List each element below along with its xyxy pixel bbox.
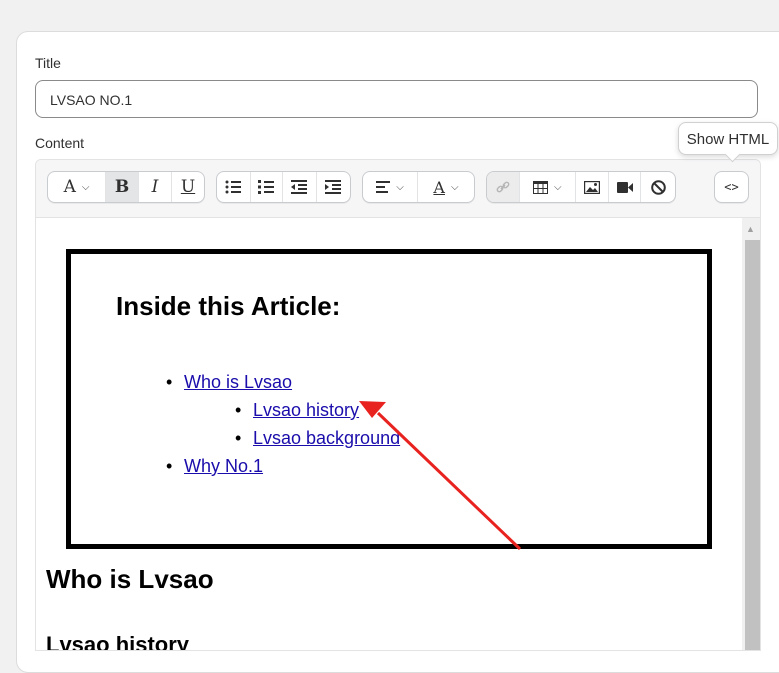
html-toggle-group: <> (714, 171, 749, 203)
toc-heading: Inside this Article: (116, 291, 341, 321)
underline-icon: U (180, 177, 196, 197)
text-color-dropdown[interactable]: A ⌵ (418, 172, 474, 202)
scrollbar-thumb[interactable] (745, 240, 760, 650)
outdent-icon (291, 180, 308, 194)
section-heading: Who is Lvsao (46, 564, 214, 594)
editor-toolbar: A ⌵ B I U ⌵ A ⌵ ⌵ <> (36, 160, 760, 218)
toc-link-why-no1[interactable]: Why No.1 (184, 456, 263, 476)
show-html-button[interactable]: <> (715, 172, 748, 202)
toc-sublist: Lvsao history Lvsao background (235, 396, 400, 452)
toc-list: Why No.1 (166, 452, 263, 480)
chevron-down-icon: ⌵ (396, 181, 404, 193)
numbered-list-button[interactable] (251, 172, 284, 202)
indent-icon (325, 180, 342, 194)
subsection-heading: Lvsao history (46, 632, 190, 651)
underline-button[interactable]: U (172, 172, 204, 202)
title-label: Title (35, 55, 61, 71)
editor-content[interactable]: Inside this Article: Who is Lvsao Lvsao … (36, 218, 742, 650)
align-left-icon (376, 181, 391, 193)
toc-list: Who is Lvsao (166, 368, 292, 396)
text-color-icon: A (433, 177, 445, 197)
image-icon (583, 180, 600, 194)
toc-link-who-is-lvsao[interactable]: Who is Lvsao (184, 372, 292, 392)
clear-formatting-button[interactable] (641, 172, 675, 202)
content-label: Content (35, 135, 85, 151)
chevron-down-icon: ⌵ (554, 181, 562, 193)
table-dropdown[interactable]: ⌵ (520, 172, 577, 202)
bold-button[interactable]: B (106, 172, 139, 202)
chevron-down-icon: ⌵ (450, 181, 459, 193)
title-input[interactable]: LVSAO NO.1 (35, 80, 758, 118)
align-dropdown[interactable]: ⌵ (363, 172, 419, 202)
toc-subitem: Lvsao background (235, 424, 400, 452)
insert-group: ⌵ (486, 171, 676, 203)
toc-subitem: Lvsao history (235, 396, 400, 424)
numbered-list-icon (258, 180, 275, 194)
link-icon (496, 181, 510, 193)
chevron-down-icon: ⌵ (81, 181, 90, 193)
outdent-button[interactable] (283, 172, 317, 202)
font-dropdown[interactable]: A ⌵ (48, 172, 106, 202)
clear-formatting-icon (650, 179, 666, 195)
rich-text-editor: A ⌵ B I U ⌵ A ⌵ ⌵ <> Inside this Article… (35, 159, 761, 651)
video-icon (616, 181, 633, 193)
insert-video-button[interactable] (609, 172, 642, 202)
bold-icon: B (114, 177, 130, 197)
editor-scrollbar[interactable]: ▲ (742, 218, 760, 650)
font-icon: A (63, 177, 76, 197)
list-group (216, 171, 351, 203)
code-icon: <> (724, 180, 739, 194)
insert-image-button[interactable] (576, 172, 609, 202)
link-button[interactable] (487, 172, 520, 202)
show-html-tooltip: Show HTML (678, 122, 778, 155)
bullet-list-icon (225, 180, 242, 194)
format-group: ⌵ A ⌵ (362, 171, 475, 203)
toc-link-lvsao-history[interactable]: Lvsao history (253, 400, 359, 420)
table-of-contents-box: Inside this Article: Who is Lvsao Lvsao … (66, 249, 712, 549)
scroll-up-arrow-icon[interactable]: ▲ (746, 224, 755, 234)
toc-link-lvsao-background[interactable]: Lvsao background (253, 428, 400, 448)
toc-item: Who is Lvsao (166, 368, 292, 396)
bullet-list-button[interactable] (217, 172, 251, 202)
italic-icon: I (151, 177, 159, 197)
table-icon (533, 180, 549, 194)
indent-button[interactable] (317, 172, 350, 202)
italic-button[interactable]: I (139, 172, 172, 202)
text-style-group: A ⌵ B I U (47, 171, 205, 203)
toc-item: Why No.1 (166, 452, 263, 480)
